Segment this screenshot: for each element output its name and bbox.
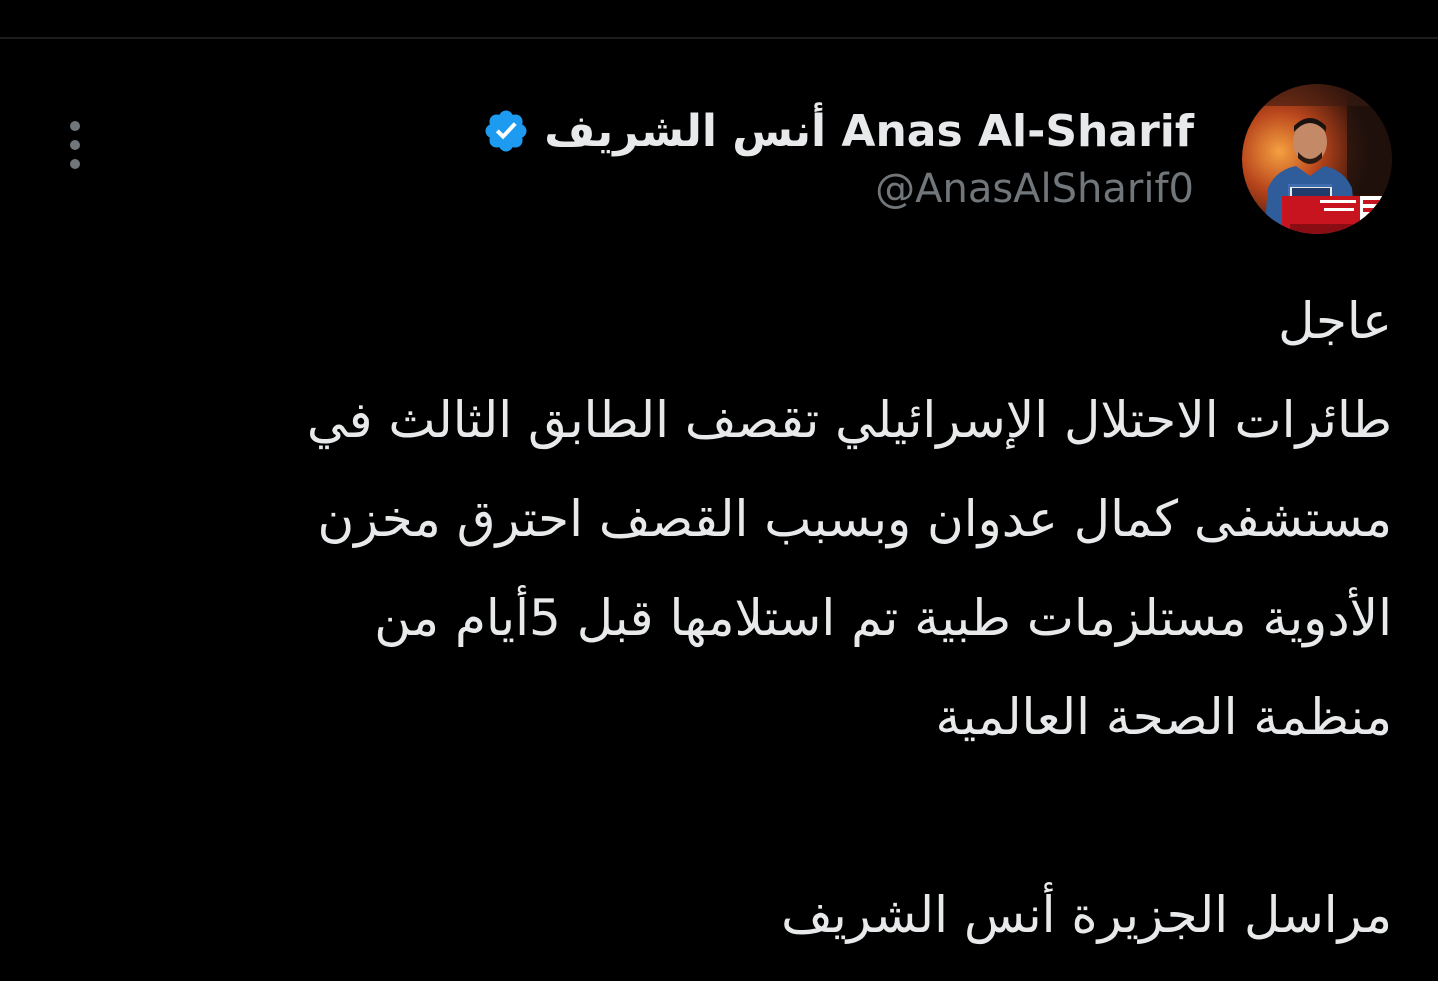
top-divider bbox=[0, 37, 1438, 39]
more-vertical-icon-dot bbox=[70, 140, 80, 150]
author-handle[interactable]: @AnasAlSharif0 bbox=[875, 166, 1194, 212]
author-name-row[interactable]: أنس الشريف Anas Al-Sharif bbox=[482, 100, 1194, 162]
profile-photo-avatar bbox=[1242, 84, 1392, 234]
tweet-line: عاجل bbox=[1278, 292, 1392, 350]
tweet-text: عاجل طائرات الاحتلال الإسرائيلي تقصف الط… bbox=[142, 272, 1392, 965]
author-display-name: أنس الشريف Anas Al-Sharif bbox=[544, 105, 1194, 157]
tweet-line: الأدوية مستلزمات طبية تم استلامها قبل 5أ… bbox=[374, 589, 1392, 647]
tweet-line: مستشفى كمال عدوان وبسبب القصف احترق مخزن bbox=[317, 490, 1392, 548]
more-options-button[interactable] bbox=[58, 118, 92, 172]
tweet-signature-line: مراسل الجزيرة أنس الشريف bbox=[781, 886, 1392, 944]
tweet-line: منظمة الصحة العالمية bbox=[935, 688, 1392, 746]
tweet-header: أنس الشريف Anas Al-Sharif @AnasAlSharif0 bbox=[394, 100, 1194, 212]
more-vertical-icon bbox=[70, 121, 80, 131]
more-vertical-icon-dot bbox=[70, 159, 80, 169]
verified-badge-icon bbox=[485, 110, 527, 152]
tweet-line: طائرات الاحتلال الإسرائيلي تقصف الطابق ا… bbox=[306, 391, 1392, 449]
avatar[interactable] bbox=[1242, 84, 1392, 234]
